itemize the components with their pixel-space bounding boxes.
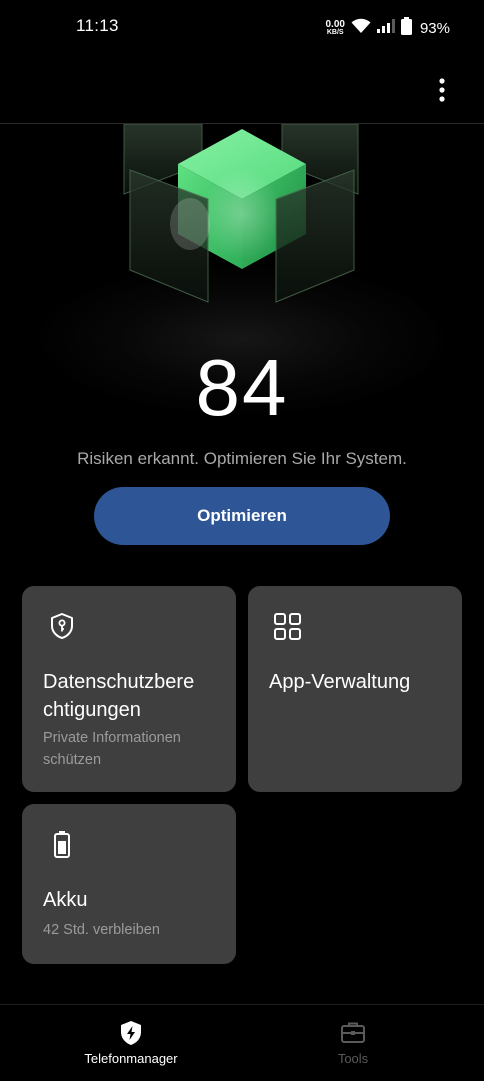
signal-icon bbox=[376, 19, 395, 38]
battery-percent: 93% bbox=[419, 20, 450, 37]
more-vert-icon bbox=[439, 78, 445, 102]
card-privacy-permissions[interactable]: Datenschutzbere chtigungen Private Infor… bbox=[22, 586, 236, 792]
card-privacy-desc: Private Informationen schützen bbox=[43, 727, 181, 771]
card-battery-title: Akku bbox=[43, 889, 88, 911]
status-bar: 11:13 0.00 KB/S 93% bbox=[0, 0, 484, 56]
tab-tools[interactable]: Tools bbox=[232, 1005, 474, 1081]
more-options-button[interactable] bbox=[430, 76, 454, 104]
battery-icon bbox=[44, 826, 80, 862]
card-battery[interactable]: Akku 42 Std. verbleiben bbox=[22, 804, 236, 964]
bottom-navigation: Telefonmanager Tools bbox=[0, 1004, 484, 1081]
toolbox-icon bbox=[339, 1019, 367, 1047]
card-app-management-title: App-Verwaltung bbox=[269, 671, 411, 693]
battery-icon bbox=[400, 17, 412, 40]
card-battery-desc: 42 Std. verbleiben bbox=[43, 922, 160, 938]
shield-bolt-icon bbox=[117, 1019, 145, 1047]
tab-telefonmanager-label: Telefonmanager bbox=[84, 1051, 178, 1066]
privacy-shield-icon bbox=[44, 608, 80, 644]
card-privacy-title-line2: chtigungen bbox=[43, 699, 141, 721]
apps-grid-icon bbox=[270, 608, 306, 644]
security-cube-illustration bbox=[123, 124, 359, 303]
network-speed-value: 0.00 bbox=[325, 18, 345, 30]
card-privacy-title-line1: Datenschutzbere bbox=[43, 671, 195, 693]
network-speed: 0.00 KB/S bbox=[325, 18, 345, 37]
security-score: 84 bbox=[195, 343, 289, 432]
optimize-button[interactable]: Optimieren bbox=[94, 487, 390, 545]
network-speed-unit: KB/S bbox=[326, 28, 344, 36]
app-bar bbox=[0, 56, 484, 124]
tab-tools-label: Tools bbox=[337, 1051, 369, 1066]
wifi-icon bbox=[351, 18, 371, 39]
card-app-management[interactable]: App-Verwaltung bbox=[248, 586, 462, 792]
card-privacy-desc-line1: Private Informationen bbox=[43, 730, 181, 746]
card-privacy-desc-line2: schützen bbox=[43, 752, 102, 768]
risk-message: Risiken erkannt. Optimieren Sie Ihr Syst… bbox=[77, 449, 407, 468]
status-icons: 0.00 KB/S 93% bbox=[325, 17, 450, 40]
tab-telefonmanager[interactable]: Telefonmanager bbox=[10, 1005, 252, 1081]
status-time: 11:13 bbox=[76, 16, 119, 35]
card-privacy-title: Datenschutzbere chtigungen bbox=[43, 668, 194, 724]
